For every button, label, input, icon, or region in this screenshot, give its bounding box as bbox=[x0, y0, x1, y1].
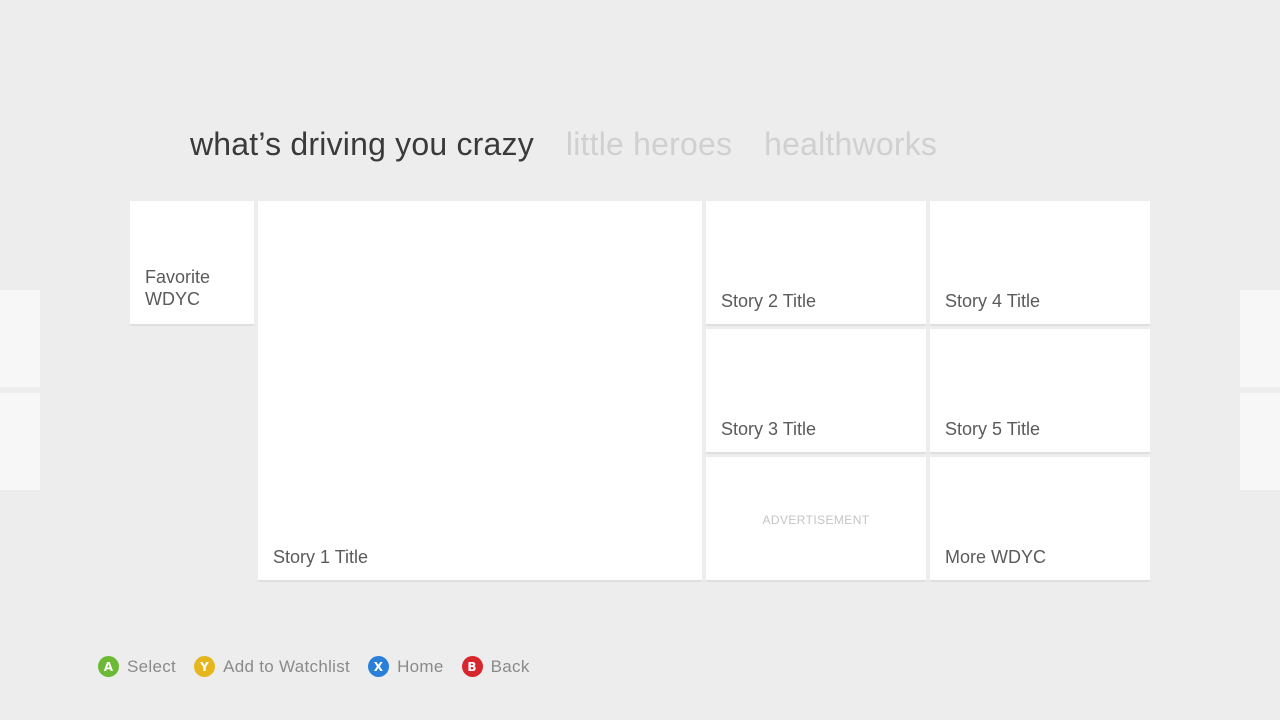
left-peek-panel-top[interactable] bbox=[0, 290, 40, 387]
story-3-tile[interactable]: Story 3 Title bbox=[706, 329, 926, 452]
legend-select-label: Select bbox=[127, 656, 177, 676]
story-2-tile[interactable]: Story 2 Title bbox=[706, 201, 926, 324]
left-peek-panel-bottom[interactable] bbox=[0, 393, 40, 490]
story-1-tile[interactable]: Story 1 Title bbox=[258, 201, 702, 580]
pivot-whats-driving-you-crazy[interactable]: what’s driving you crazy bbox=[190, 126, 534, 163]
legend-home[interactable]: X Home bbox=[368, 656, 444, 677]
button-legend: A Select Y Add to Watchlist X Home B Bac… bbox=[98, 656, 530, 677]
story-1-title: Story 1 Title bbox=[273, 547, 369, 567]
advertisement-label: ADVERTISEMENT bbox=[762, 513, 870, 527]
favorite-wdyc-label: Favorite WDYC bbox=[145, 267, 211, 309]
legend-add-to-watchlist-label: Add to Watchlist bbox=[223, 656, 351, 676]
story-4-title: Story 4 Title bbox=[945, 291, 1041, 311]
story-5-tile[interactable]: Story 5 Title bbox=[930, 329, 1150, 452]
right-peek-panel-top[interactable] bbox=[1240, 290, 1280, 387]
pivot-header: what’s driving you crazy little heroes h… bbox=[190, 126, 937, 163]
hub-screen: what’s driving you crazy little heroes h… bbox=[0, 0, 1280, 720]
right-peek-panel-bottom[interactable] bbox=[1240, 393, 1280, 490]
story-3-title: Story 3 Title bbox=[721, 419, 817, 439]
legend-back-label: Back bbox=[490, 656, 530, 676]
pivot-little-heroes[interactable]: little heroes bbox=[566, 126, 732, 163]
y-button-icon: Y bbox=[194, 656, 216, 677]
a-button-icon: A bbox=[98, 656, 119, 677]
story-4-tile[interactable]: Story 4 Title bbox=[930, 201, 1150, 324]
more-wdyc-tile[interactable]: More WDYC bbox=[930, 457, 1150, 580]
more-wdyc-label: More WDYC bbox=[945, 547, 1047, 567]
b-button-icon: B bbox=[461, 656, 483, 677]
pivot-healthworks[interactable]: healthworks bbox=[764, 126, 937, 163]
story-2-title: Story 2 Title bbox=[721, 291, 817, 311]
legend-select[interactable]: A Select bbox=[98, 656, 176, 677]
advertisement-tile[interactable]: ADVERTISEMENT bbox=[706, 457, 926, 580]
legend-home-label: Home bbox=[397, 656, 444, 676]
legend-add-to-watchlist[interactable]: Y Add to Watchlist bbox=[194, 656, 350, 677]
legend-back[interactable]: B Back bbox=[461, 656, 530, 677]
x-button-icon: X bbox=[368, 656, 390, 677]
favorite-wdyc-tile[interactable]: Favorite WDYC bbox=[130, 201, 254, 324]
story-5-title: Story 5 Title bbox=[945, 419, 1041, 439]
